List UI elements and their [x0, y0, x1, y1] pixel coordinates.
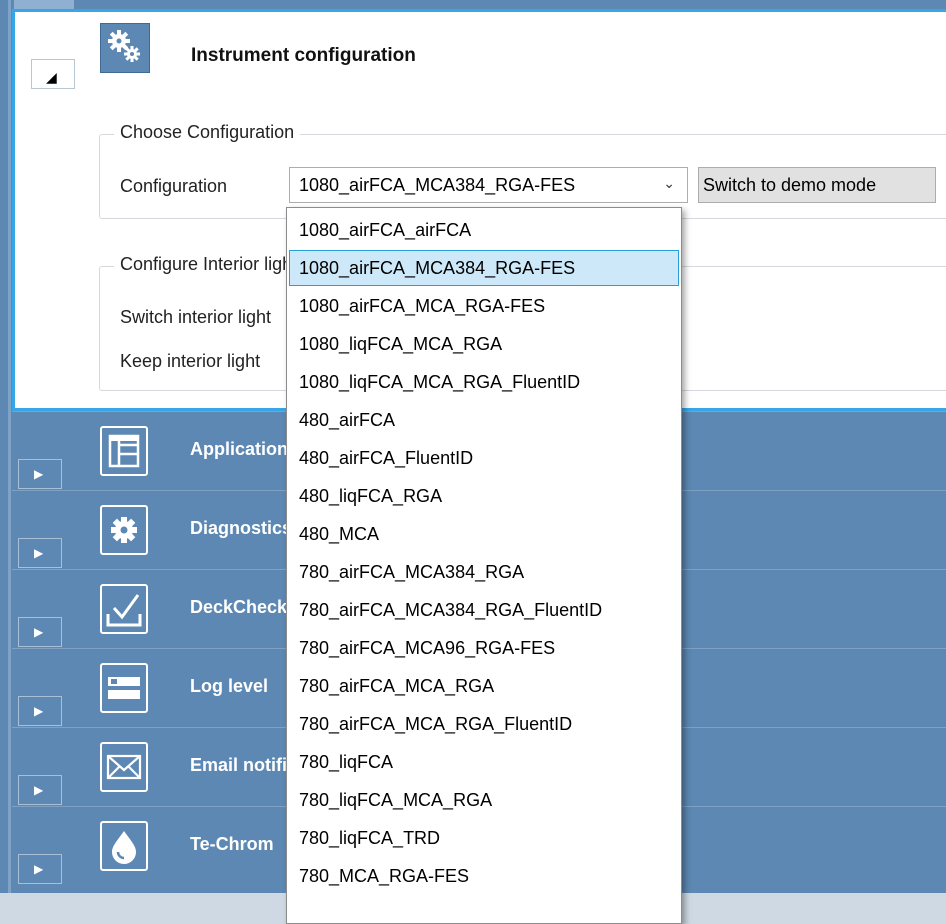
left-bar	[0, 0, 8, 924]
section-title: Diagnostics	[190, 518, 293, 538]
dropdown-option[interactable]: 1080_liqFCA_MCA_RGA_FluentID	[289, 364, 679, 400]
configuration-dropdown-list[interactable]: 1080_airFCA_airFCA 1080_airFCA_MCA384_RGA…	[286, 207, 682, 924]
dropdown-option[interactable]: 780_airFCA_MCA384_RGA_FluentID	[289, 592, 679, 628]
top-notch	[14, 0, 74, 9]
switch-interior-light-label: Switch interior light	[120, 307, 272, 327]
section-title: Log level	[190, 676, 269, 696]
expand-triangle-icon: ▶	[34, 862, 44, 876]
top-strip	[0, 0, 946, 9]
expand-triangle-icon: ▶	[34, 625, 44, 639]
dropdown-option[interactable]: 1080_airFCA_MCA384_RGA-FES	[289, 250, 679, 286]
dropdown-option[interactable]: 1080_airFCA_airFCA	[289, 212, 679, 248]
expand-triangle-icon: ▶	[34, 546, 44, 560]
dropdown-option[interactable]: 780_airFCA_MCA384_RGA	[289, 554, 679, 590]
dropdown-option[interactable]: 480_airFCA_FluentID	[289, 440, 679, 476]
expand-triangle-icon: ▶	[34, 783, 44, 797]
choose-configuration-legend: Choose Configuration	[114, 122, 301, 143]
dropdown-option[interactable]: 780_liqFCA_TRD	[289, 820, 679, 856]
dropdown-option[interactable]: 780_MCA_RGA-FES	[289, 858, 679, 894]
dropdown-option[interactable]: 480_liqFCA_RGA	[289, 478, 679, 514]
configuration-value: 1080_airFCA_MCA384_RGA-FES	[299, 174, 576, 195]
section-title: Te-Chrom	[190, 834, 274, 854]
left-bar-accent	[8, 0, 11, 924]
collapse-toggle[interactable]: ◢	[31, 59, 75, 89]
configuration-combobox[interactable]: 1080_airFCA_MCA384_RGA-FES ⌄	[289, 167, 688, 203]
collapse-triangle-icon: ◢	[46, 70, 57, 86]
expand-toggle[interactable]: ▶	[18, 538, 62, 568]
keep-interior-light-label: Keep interior light	[120, 351, 261, 371]
panel-title: Instrument configuration	[191, 45, 416, 66]
drop-icon	[100, 821, 148, 871]
dropdown-option[interactable]: 480_airFCA	[289, 402, 679, 438]
checkbox-icon	[100, 584, 148, 634]
configuration-label: Configuration	[120, 176, 228, 196]
dropdown-option[interactable]: 780_airFCA_MCA_RGA	[289, 668, 679, 704]
dropdown-option[interactable]: 1080_liqFCA_MCA_RGA	[289, 326, 679, 362]
expand-toggle[interactable]: ▶	[18, 854, 62, 884]
expand-triangle-icon: ▶	[34, 704, 44, 718]
configure-interior-legend: Configure Interior light	[114, 254, 304, 275]
expand-triangle-icon: ▶	[34, 467, 44, 481]
dropdown-option[interactable]: 480_MCA	[289, 516, 679, 552]
dropdown-option[interactable]: 780_airFCA_MCA_RGA_FluentID	[289, 706, 679, 742]
expand-toggle[interactable]: ▶	[18, 775, 62, 805]
dropdown-option[interactable]: 780_liqFCA_MCA_RGA	[289, 782, 679, 818]
expand-toggle[interactable]: ▶	[18, 459, 62, 489]
gear-icon	[100, 505, 148, 555]
expand-toggle[interactable]: ▶	[18, 696, 62, 726]
dropdown-option[interactable]: 780_liqFCA	[289, 744, 679, 780]
dropdown-option[interactable]: 1080_airFCA_MCA_RGA-FES	[289, 288, 679, 324]
application-icon	[100, 426, 148, 476]
section-title: DeckCheck	[190, 597, 288, 617]
chevron-down-icon: ⌄	[663, 176, 675, 192]
log-level-icon	[100, 663, 148, 713]
switch-to-demo-mode-button[interactable]: Switch to demo mode	[698, 167, 936, 203]
dropdown-option[interactable]: 780_airFCA_MCA96_RGA-FES	[289, 630, 679, 666]
gears-icon	[100, 23, 150, 73]
expand-toggle[interactable]: ▶	[18, 617, 62, 647]
envelope-icon	[100, 742, 148, 792]
